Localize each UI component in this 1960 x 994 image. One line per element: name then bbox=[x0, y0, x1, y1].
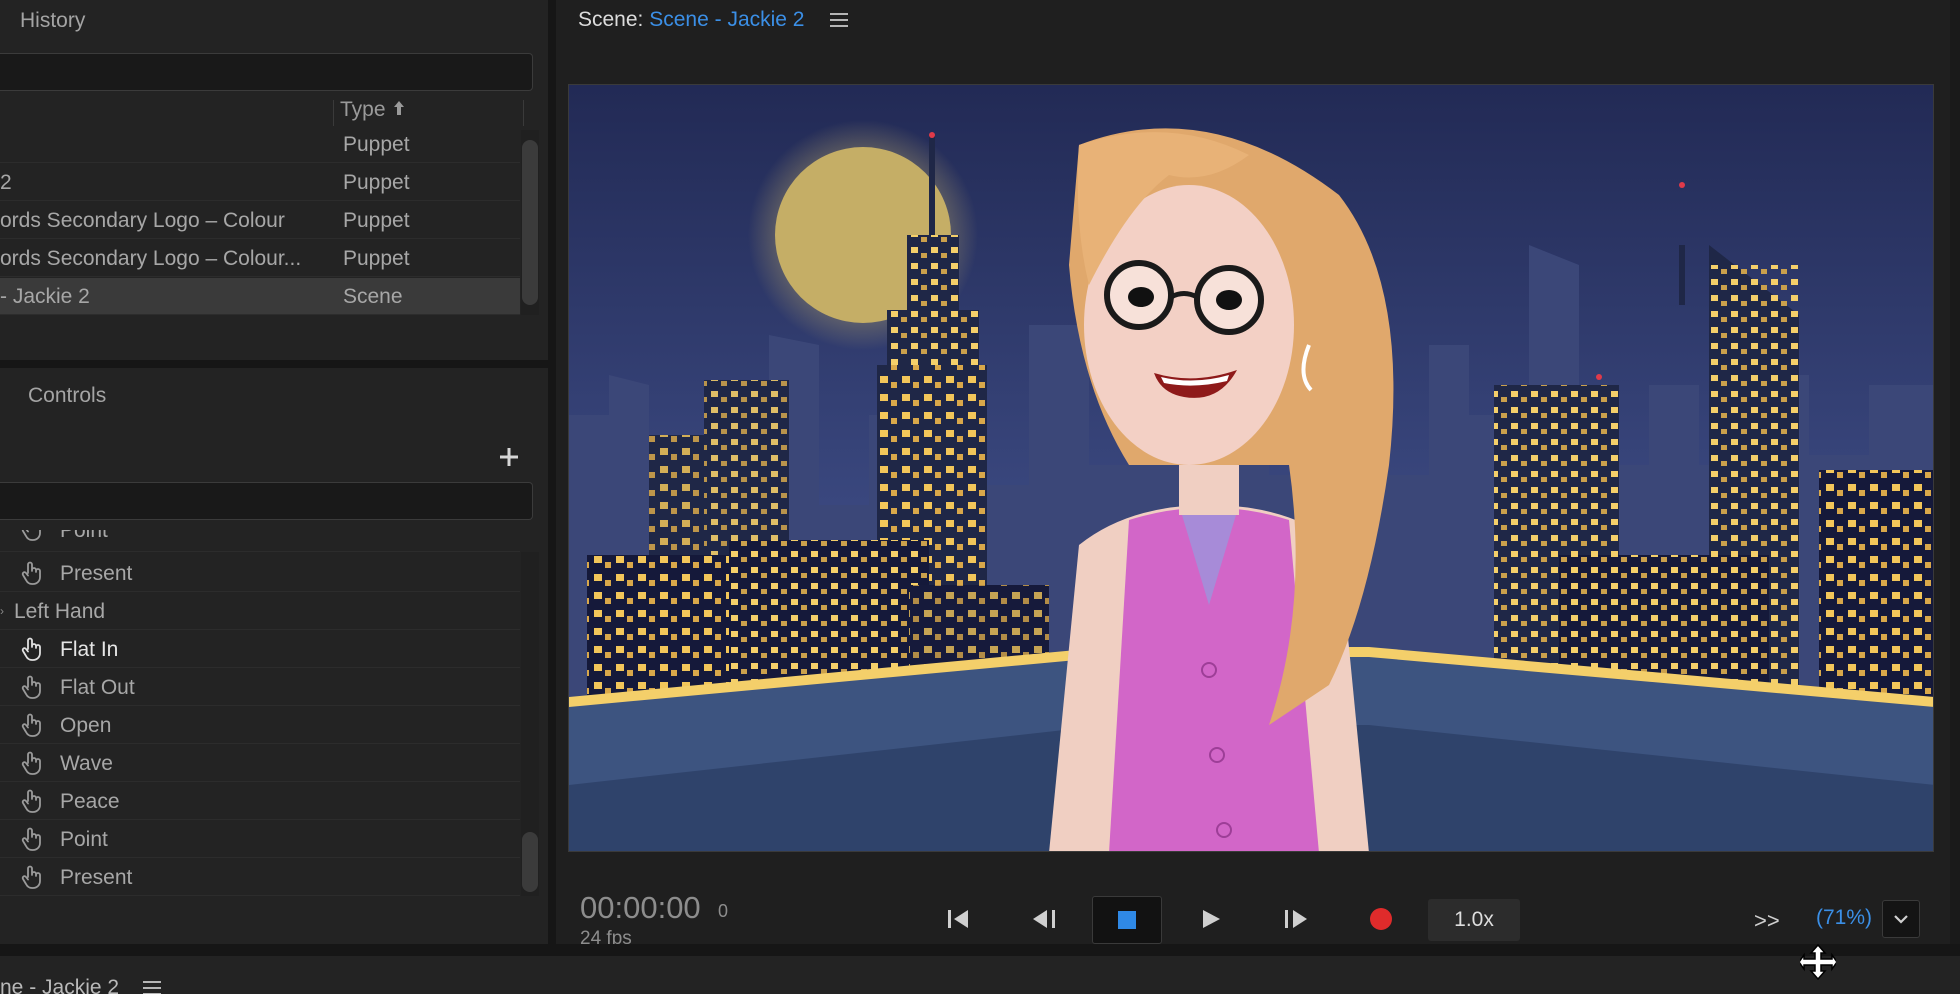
project-row-name: - Jackie 2 bbox=[0, 285, 90, 308]
history-scroll-thumb[interactable] bbox=[522, 140, 538, 305]
chevron-down-icon bbox=[1894, 915, 1908, 924]
controls-scrollbar[interactable] bbox=[521, 552, 539, 896]
panel-divider[interactable] bbox=[548, 0, 556, 994]
timeline-tab-label: ne - Jackie 2 bbox=[0, 976, 120, 994]
column-separator bbox=[523, 100, 524, 126]
hand-pointer-icon bbox=[20, 560, 46, 586]
control-label: Flat Out bbox=[60, 676, 135, 699]
hamburger-icon[interactable] bbox=[830, 13, 849, 28]
trigger-row[interactable]: Flat In bbox=[0, 630, 520, 668]
project-row[interactable]: ords Secondary Logo – Colour... Puppet bbox=[0, 240, 520, 277]
history-panel-title[interactable]: History bbox=[20, 9, 85, 33]
project-row-name: ords Secondary Logo – Colour bbox=[0, 209, 285, 232]
project-row-type: Puppet bbox=[343, 133, 410, 156]
record-icon bbox=[1370, 908, 1392, 930]
collapse-caret-icon[interactable]: › bbox=[0, 604, 8, 618]
sort-ascending-icon bbox=[394, 101, 405, 115]
control-label: Point bbox=[60, 828, 108, 851]
control-label: Peace bbox=[60, 790, 120, 813]
controls-panel-title[interactable]: Controls bbox=[28, 384, 106, 408]
record-button[interactable] bbox=[1360, 898, 1402, 940]
project-row[interactable]: ords Secondary Logo – Colour Puppet bbox=[0, 202, 520, 239]
control-label: Open bbox=[60, 714, 112, 737]
timeline-tab[interactable]: ne - Jackie 2 bbox=[0, 976, 161, 994]
hand-pointer-icon bbox=[20, 864, 46, 890]
control-label: Present bbox=[60, 562, 133, 585]
playback-speed[interactable]: 1.0x bbox=[1428, 899, 1520, 941]
play-button[interactable] bbox=[1190, 898, 1232, 940]
project-row-name: 2 bbox=[0, 171, 12, 194]
project-row-type: Scene bbox=[343, 285, 403, 308]
project-row[interactable]: Puppet bbox=[0, 126, 520, 163]
controls-search-input[interactable] bbox=[0, 482, 533, 520]
project-row-name: ords Secondary Logo – Colour... bbox=[0, 247, 302, 270]
control-label: Flat In bbox=[60, 638, 119, 661]
controls-scroll-thumb[interactable] bbox=[522, 832, 538, 892]
stop-icon bbox=[1118, 911, 1136, 929]
skip-to-start-icon bbox=[948, 910, 968, 928]
add-control-button[interactable] bbox=[494, 444, 524, 474]
hamburger-icon[interactable] bbox=[142, 981, 161, 994]
hand-pointer-icon bbox=[20, 712, 46, 738]
timecode-display[interactable]: 00:00:00 bbox=[580, 890, 701, 926]
right-panel-edge bbox=[1950, 0, 1960, 944]
project-row[interactable]: 2 Puppet bbox=[0, 164, 520, 201]
trigger-row[interactable]: Present bbox=[0, 858, 520, 896]
panel-divider-horizontal[interactable] bbox=[0, 360, 548, 368]
controls-list-clipped-row: Point bbox=[0, 530, 520, 552]
hand-pointer-icon bbox=[21, 530, 41, 541]
step-forward-icon bbox=[1285, 910, 1307, 928]
step-back-button[interactable] bbox=[1024, 898, 1066, 940]
project-row[interactable]: - Jackie 2 Scene bbox=[0, 278, 520, 315]
hand-pointer-icon bbox=[20, 750, 46, 776]
scene-name[interactable]: Scene - Jackie 2 bbox=[649, 8, 804, 31]
history-scrollbar[interactable] bbox=[521, 130, 539, 315]
stop-button[interactable] bbox=[1092, 896, 1162, 944]
bottom-panel bbox=[0, 956, 1960, 994]
play-icon bbox=[1203, 910, 1220, 928]
trigger-row[interactable]: Present bbox=[0, 554, 520, 592]
type-column-header[interactable]: Type bbox=[340, 98, 407, 122]
trigger-row[interactable]: Peace bbox=[0, 782, 520, 820]
history-search-input[interactable] bbox=[0, 53, 533, 91]
control-group-row[interactable]: › Left Hand bbox=[0, 592, 520, 630]
trigger-row[interactable]: Open bbox=[0, 706, 520, 744]
type-column-label: Type bbox=[340, 98, 386, 121]
control-label: Left Hand bbox=[14, 600, 106, 623]
project-row-type: Puppet bbox=[343, 247, 410, 270]
step-back-icon bbox=[1033, 910, 1055, 928]
bottom-divider[interactable] bbox=[0, 944, 1960, 956]
stage-artwork bbox=[569, 85, 1933, 851]
hand-pointer-icon bbox=[20, 826, 46, 852]
control-label: Present bbox=[60, 866, 133, 889]
trigger-row[interactable]: Wave bbox=[0, 744, 520, 782]
project-row-type: Puppet bbox=[343, 209, 410, 232]
scene-stage[interactable] bbox=[568, 84, 1934, 852]
scene-prefix: Scene: bbox=[578, 8, 644, 31]
trigger-row[interactable]: Flat Out bbox=[0, 668, 520, 706]
scene-header: Scene: Scene - Jackie 2 bbox=[578, 8, 849, 32]
plus-icon bbox=[500, 448, 518, 466]
column-separator bbox=[333, 100, 334, 126]
zoom-level[interactable]: (71%) bbox=[1816, 906, 1872, 930]
hand-pointer-icon bbox=[20, 788, 46, 814]
hand-pointer-icon bbox=[20, 674, 46, 700]
project-row-type: Puppet bbox=[343, 171, 410, 194]
zoom-dropdown[interactable] bbox=[1882, 900, 1920, 938]
hand-pointer-icon bbox=[20, 636, 46, 662]
resize-cursor-icon bbox=[1800, 944, 1836, 980]
step-forward-button[interactable] bbox=[1274, 898, 1316, 940]
control-label: Wave bbox=[60, 752, 113, 775]
go-to-start-button[interactable] bbox=[938, 898, 980, 940]
more-controls-button[interactable]: >> bbox=[1754, 908, 1780, 934]
trigger-row[interactable]: Point bbox=[0, 820, 520, 858]
frame-number: 0 bbox=[718, 901, 729, 921]
